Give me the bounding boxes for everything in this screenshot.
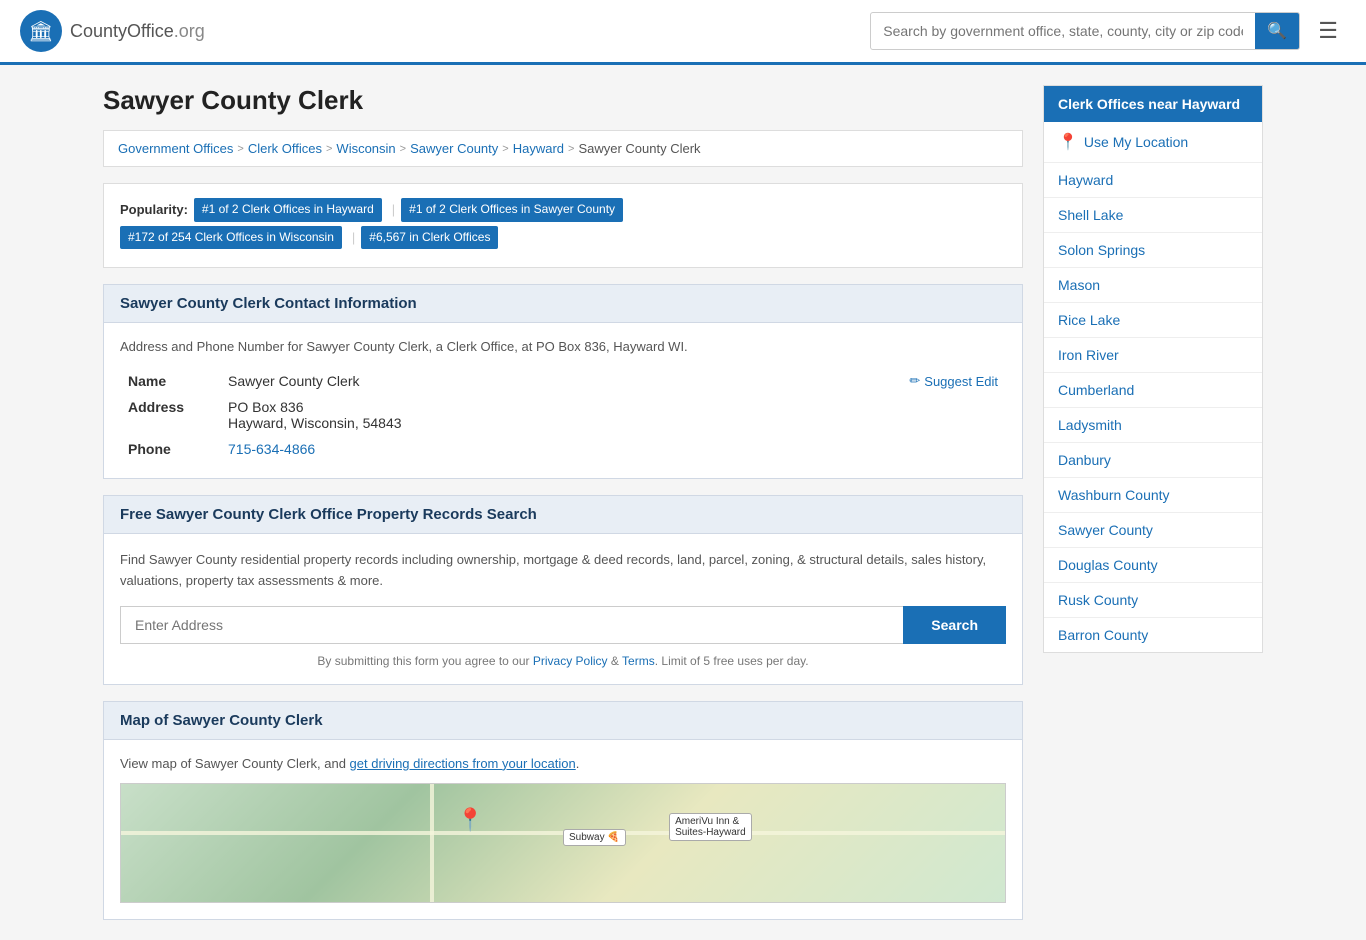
sidebar-item-barron-county: Barron County bbox=[1044, 618, 1262, 652]
contact-phone-row: Phone 715-634-4866 bbox=[120, 436, 1006, 462]
contact-name-row: Name Sawyer County Clerk ✏ Suggest Edit bbox=[120, 368, 1006, 394]
suggest-edit-icon: ✏ bbox=[909, 373, 920, 389]
header-search-input[interactable] bbox=[871, 15, 1255, 47]
form-disclaimer: By submitting this form you agree to our… bbox=[120, 654, 1006, 668]
property-section-header: Free Sawyer County Clerk Office Property… bbox=[103, 495, 1023, 533]
header-right: 🔍 ☰ bbox=[870, 12, 1346, 50]
suggest-edit-link[interactable]: ✏ Suggest Edit bbox=[909, 373, 998, 389]
sidebar-list: Hayward Shell Lake Solon Springs Mason R… bbox=[1044, 163, 1262, 652]
sidebar-item-iron-river: Iron River bbox=[1044, 338, 1262, 373]
address-value: PO Box 836 Hayward, Wisconsin, 54843 bbox=[220, 394, 1006, 436]
address-search-input[interactable] bbox=[120, 606, 903, 644]
map-section-body: View map of Sawyer County Clerk, and get… bbox=[103, 739, 1023, 920]
breadcrumb-hayward[interactable]: Hayward bbox=[513, 141, 564, 156]
pin-icon: 📍 bbox=[1058, 132, 1078, 152]
sidebar-item-rice-lake: Rice Lake bbox=[1044, 303, 1262, 338]
use-location-row: 📍 Use My Location bbox=[1044, 122, 1262, 163]
page-container: Sawyer County Clerk Government Offices >… bbox=[83, 65, 1283, 940]
map-description: View map of Sawyer County Clerk, and get… bbox=[120, 756, 1006, 771]
sidebar-item-rusk-county: Rusk County bbox=[1044, 583, 1262, 618]
map-pin-icon: 📍 bbox=[457, 807, 484, 833]
main-content: Sawyer County Clerk Government Offices >… bbox=[103, 85, 1023, 920]
popularity-section: Popularity: #1 of 2 Clerk Offices in Hay… bbox=[103, 183, 1023, 268]
sidebar-box: Clerk Offices near Hayward 📍 Use My Loca… bbox=[1043, 85, 1263, 653]
popularity-badge-4: #6,567 in Clerk Offices bbox=[361, 226, 498, 250]
phone-link[interactable]: 715-634-4866 bbox=[228, 441, 315, 457]
address-search-button[interactable]: Search bbox=[903, 606, 1006, 644]
name-value: Sawyer County Clerk ✏ Suggest Edit bbox=[220, 368, 1006, 394]
terms-link[interactable]: Terms bbox=[622, 654, 655, 668]
contact-section-body: Address and Phone Number for Sawyer Coun… bbox=[103, 322, 1023, 479]
sidebar-item-douglas-county: Douglas County bbox=[1044, 548, 1262, 583]
breadcrumb-gov-offices[interactable]: Government Offices bbox=[118, 141, 233, 156]
site-header: 🏛 CountyOffice.org 🔍 ☰ bbox=[0, 0, 1366, 65]
breadcrumb-sawyer-county[interactable]: Sawyer County bbox=[410, 141, 498, 156]
sidebar: Clerk Offices near Hayward 📍 Use My Loca… bbox=[1043, 85, 1263, 920]
property-search-form: Search bbox=[120, 606, 1006, 644]
popularity-label: Popularity: bbox=[120, 198, 188, 221]
contact-section-header: Sawyer County Clerk Contact Information bbox=[103, 284, 1023, 322]
logo-icon: 🏛 bbox=[20, 10, 62, 52]
breadcrumb-wisconsin[interactable]: Wisconsin bbox=[336, 141, 395, 156]
phone-value: 715-634-4866 bbox=[220, 436, 1006, 462]
logo-area: 🏛 CountyOffice.org bbox=[20, 10, 205, 52]
sidebar-item-solon-springs: Solon Springs bbox=[1044, 233, 1262, 268]
map-hotel-label: AmeriVu Inn &Suites-Hayward bbox=[669, 813, 752, 841]
map-road-vertical bbox=[430, 784, 434, 902]
popularity-badge-1: #1 of 2 Clerk Offices in Hayward bbox=[194, 198, 382, 222]
breadcrumb: Government Offices > Clerk Offices > Wis… bbox=[103, 130, 1023, 167]
privacy-policy-link[interactable]: Privacy Policy bbox=[533, 654, 608, 668]
sidebar-item-mason: Mason bbox=[1044, 268, 1262, 303]
sidebar-item-hayward: Hayward bbox=[1044, 163, 1262, 198]
sidebar-item-sawyer-county: Sawyer County bbox=[1044, 513, 1262, 548]
use-my-location-link[interactable]: Use My Location bbox=[1084, 134, 1188, 150]
map-subway-label: Subway 🍕 bbox=[563, 829, 626, 846]
sidebar-item-washburn-county: Washburn County bbox=[1044, 478, 1262, 513]
page-title: Sawyer County Clerk bbox=[103, 85, 1023, 116]
sidebar-item-shell-lake: Shell Lake bbox=[1044, 198, 1262, 233]
header-search-button[interactable]: 🔍 bbox=[1255, 13, 1299, 49]
map-section-header: Map of Sawyer County Clerk bbox=[103, 701, 1023, 739]
logo-text: CountyOffice.org bbox=[70, 21, 205, 42]
popularity-badge-3: #172 of 254 Clerk Offices in Wisconsin bbox=[120, 226, 342, 250]
map-placeholder[interactable]: 📍 Subway 🍕 AmeriVu Inn &Suites-Hayward S… bbox=[120, 783, 1006, 903]
sidebar-item-ladysmith: Ladysmith bbox=[1044, 408, 1262, 443]
contact-description: Address and Phone Number for Sawyer Coun… bbox=[120, 339, 1006, 354]
phone-label: Phone bbox=[120, 436, 220, 462]
sidebar-item-cumberland: Cumberland bbox=[1044, 373, 1262, 408]
property-section-body: Find Sawyer County residential property … bbox=[103, 533, 1023, 685]
name-label: Name bbox=[120, 368, 220, 394]
address-label: Address bbox=[120, 394, 220, 436]
property-description: Find Sawyer County residential property … bbox=[120, 550, 1006, 592]
directions-link[interactable]: get driving directions from your locatio… bbox=[350, 756, 576, 771]
hamburger-menu-icon[interactable]: ☰ bbox=[1310, 14, 1346, 48]
contact-address-row: Address PO Box 836 Hayward, Wisconsin, 5… bbox=[120, 394, 1006, 436]
popularity-badge-2: #1 of 2 Clerk Offices in Sawyer County bbox=[401, 198, 623, 222]
header-search-bar: 🔍 bbox=[870, 12, 1300, 50]
breadcrumb-clerk-offices[interactable]: Clerk Offices bbox=[248, 141, 322, 156]
sidebar-item-danbury: Danbury bbox=[1044, 443, 1262, 478]
sidebar-title: Clerk Offices near Hayward bbox=[1044, 86, 1262, 122]
breadcrumb-current: Sawyer County Clerk bbox=[578, 141, 700, 156]
contact-table: Name Sawyer County Clerk ✏ Suggest Edit … bbox=[120, 368, 1006, 462]
